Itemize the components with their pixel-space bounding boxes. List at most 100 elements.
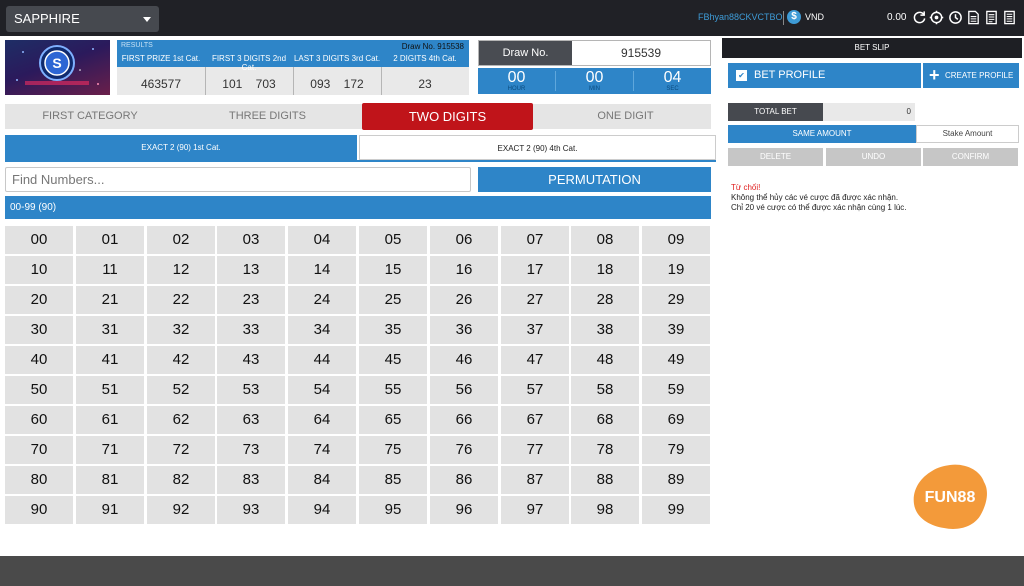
number-button-96[interactable]: 96 — [430, 496, 498, 524]
number-button-68[interactable]: 68 — [571, 406, 639, 434]
number-button-58[interactable]: 58 — [571, 376, 639, 404]
number-button-69[interactable]: 69 — [642, 406, 710, 434]
number-button-55[interactable]: 55 — [359, 376, 427, 404]
refresh-icon[interactable] — [912, 9, 927, 26]
number-button-14[interactable]: 14 — [288, 256, 356, 284]
confirm-button[interactable]: CONFIRM — [923, 148, 1018, 166]
number-button-95[interactable]: 95 — [359, 496, 427, 524]
tab-one-digit[interactable]: ONE DIGIT — [540, 104, 711, 129]
number-button-19[interactable]: 19 — [642, 256, 710, 284]
number-button-36[interactable]: 36 — [430, 316, 498, 344]
number-button-06[interactable]: 06 — [430, 226, 498, 254]
number-button-86[interactable]: 86 — [430, 466, 498, 494]
bet-profile-button[interactable]: ✔ BET PROFILE — [728, 63, 921, 88]
number-button-32[interactable]: 32 — [147, 316, 215, 344]
stake-amount-input[interactable]: Stake Amount — [916, 125, 1019, 143]
settings-icon[interactable] — [929, 9, 944, 26]
number-button-54[interactable]: 54 — [288, 376, 356, 404]
history-icon[interactable] — [948, 9, 963, 26]
number-button-78[interactable]: 78 — [571, 436, 639, 464]
number-button-35[interactable]: 35 — [359, 316, 427, 344]
number-button-18[interactable]: 18 — [571, 256, 639, 284]
tab-exact-2-4th-cat[interactable]: EXACT 2 (90) 4th Cat. — [359, 135, 716, 160]
number-button-80[interactable]: 80 — [5, 466, 73, 494]
number-button-11[interactable]: 11 — [76, 256, 144, 284]
number-button-01[interactable]: 01 — [76, 226, 144, 254]
number-button-29[interactable]: 29 — [642, 286, 710, 314]
number-button-45[interactable]: 45 — [359, 346, 427, 374]
find-numbers-input[interactable] — [5, 167, 471, 192]
number-button-09[interactable]: 09 — [642, 226, 710, 254]
number-button-04[interactable]: 04 — [288, 226, 356, 254]
number-button-20[interactable]: 20 — [5, 286, 73, 314]
number-button-00[interactable]: 00 — [5, 226, 73, 254]
number-button-37[interactable]: 37 — [501, 316, 569, 344]
number-button-15[interactable]: 15 — [359, 256, 427, 284]
number-button-53[interactable]: 53 — [217, 376, 285, 404]
number-button-63[interactable]: 63 — [217, 406, 285, 434]
number-button-30[interactable]: 30 — [5, 316, 73, 344]
create-profile-button[interactable]: + CREATE PROFILE — [923, 63, 1019, 88]
list-icon[interactable] — [1002, 9, 1017, 26]
number-button-22[interactable]: 22 — [147, 286, 215, 314]
number-button-57[interactable]: 57 — [501, 376, 569, 404]
number-button-72[interactable]: 72 — [147, 436, 215, 464]
number-button-66[interactable]: 66 — [430, 406, 498, 434]
number-button-13[interactable]: 13 — [217, 256, 285, 284]
number-button-26[interactable]: 26 — [430, 286, 498, 314]
number-button-60[interactable]: 60 — [5, 406, 73, 434]
number-button-39[interactable]: 39 — [642, 316, 710, 344]
tab-exact-2-1st-cat[interactable]: EXACT 2 (90) 1st Cat. — [5, 135, 357, 160]
tab-first-category[interactable]: FIRST CATEGORY — [5, 104, 175, 129]
number-button-91[interactable]: 91 — [76, 496, 144, 524]
number-button-82[interactable]: 82 — [147, 466, 215, 494]
document-icon[interactable] — [966, 9, 981, 26]
number-button-85[interactable]: 85 — [359, 466, 427, 494]
number-button-16[interactable]: 16 — [430, 256, 498, 284]
number-button-87[interactable]: 87 — [501, 466, 569, 494]
number-button-23[interactable]: 23 — [217, 286, 285, 314]
number-button-81[interactable]: 81 — [76, 466, 144, 494]
number-button-48[interactable]: 48 — [571, 346, 639, 374]
number-button-90[interactable]: 90 — [5, 496, 73, 524]
number-button-67[interactable]: 67 — [501, 406, 569, 434]
number-button-43[interactable]: 43 — [217, 346, 285, 374]
number-button-52[interactable]: 52 — [147, 376, 215, 404]
number-button-70[interactable]: 70 — [5, 436, 73, 464]
number-button-33[interactable]: 33 — [217, 316, 285, 344]
number-button-97[interactable]: 97 — [501, 496, 569, 524]
number-button-47[interactable]: 47 — [501, 346, 569, 374]
number-button-31[interactable]: 31 — [76, 316, 144, 344]
game-select-dropdown[interactable]: SAPPHIRE — [6, 6, 159, 32]
number-button-83[interactable]: 83 — [217, 466, 285, 494]
number-button-98[interactable]: 98 — [571, 496, 639, 524]
number-button-75[interactable]: 75 — [359, 436, 427, 464]
number-button-05[interactable]: 05 — [359, 226, 427, 254]
number-button-40[interactable]: 40 — [5, 346, 73, 374]
number-button-88[interactable]: 88 — [571, 466, 639, 494]
number-button-56[interactable]: 56 — [430, 376, 498, 404]
number-button-42[interactable]: 42 — [147, 346, 215, 374]
tab-two-digits[interactable]: TWO DIGITS — [362, 103, 533, 130]
number-button-64[interactable]: 64 — [288, 406, 356, 434]
number-button-12[interactable]: 12 — [147, 256, 215, 284]
receipt-icon[interactable] — [984, 9, 999, 26]
number-button-17[interactable]: 17 — [501, 256, 569, 284]
number-button-94[interactable]: 94 — [288, 496, 356, 524]
number-button-46[interactable]: 46 — [430, 346, 498, 374]
number-button-25[interactable]: 25 — [359, 286, 427, 314]
number-button-61[interactable]: 61 — [76, 406, 144, 434]
delete-button[interactable]: DELETE — [728, 148, 823, 166]
number-button-07[interactable]: 07 — [501, 226, 569, 254]
number-button-28[interactable]: 28 — [571, 286, 639, 314]
number-button-10[interactable]: 10 — [5, 256, 73, 284]
number-button-62[interactable]: 62 — [147, 406, 215, 434]
tab-three-digits[interactable]: THREE DIGITS — [180, 104, 355, 129]
number-button-21[interactable]: 21 — [76, 286, 144, 314]
number-button-24[interactable]: 24 — [288, 286, 356, 314]
number-button-73[interactable]: 73 — [217, 436, 285, 464]
number-button-59[interactable]: 59 — [642, 376, 710, 404]
number-button-77[interactable]: 77 — [501, 436, 569, 464]
number-button-51[interactable]: 51 — [76, 376, 144, 404]
number-button-71[interactable]: 71 — [76, 436, 144, 464]
